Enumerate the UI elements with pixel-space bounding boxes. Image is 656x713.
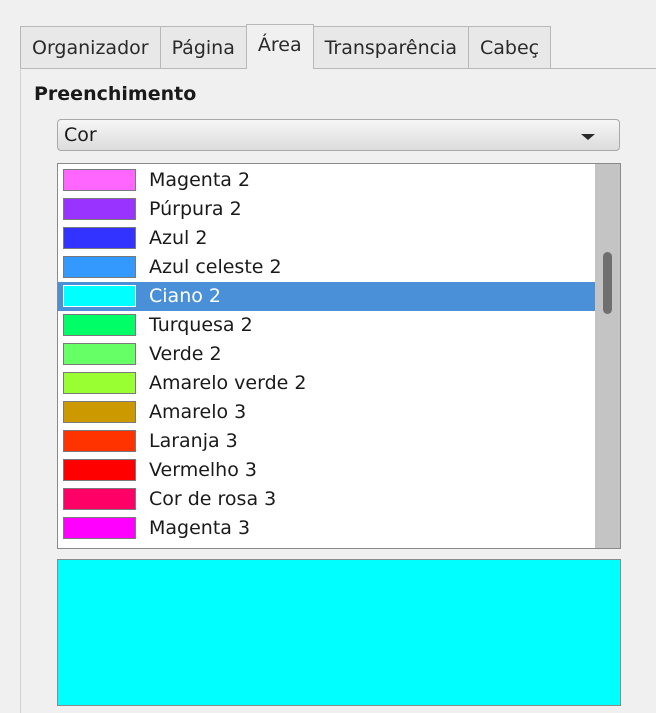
panel-border	[20, 68, 21, 713]
color-list-item[interactable]: Azul celeste 2	[58, 253, 595, 282]
color-list-item[interactable]: Amarelo 3	[58, 398, 595, 427]
color-list-scrollbar[interactable]	[595, 164, 620, 548]
color-label: Turquesa 2	[149, 314, 253, 336]
color-label: Amarelo 3	[149, 401, 247, 423]
color-swatch	[63, 314, 136, 336]
color-list-item[interactable]: Verde 2	[58, 340, 595, 369]
color-label: Verde 2	[149, 343, 222, 365]
fill-type-value: Cor	[64, 124, 97, 146]
color-label: Ciano 2	[149, 285, 221, 307]
fill-preview	[57, 559, 621, 706]
area-dialog: Organizador Página Área Transparência Ca…	[0, 0, 656, 713]
color-list[interactable]: Magenta 2 Púrpura 2 Azul 2 Azul celeste 2 Ci…	[57, 163, 621, 549]
color-swatch	[63, 285, 136, 307]
color-label: Magenta 3	[149, 517, 251, 539]
color-list-item[interactable]: Amarelo verde 2	[58, 369, 595, 398]
fill-type-dropdown[interactable]: Cor	[57, 119, 620, 151]
color-label: Amarelo verde 2	[149, 372, 307, 394]
color-swatch	[63, 372, 136, 394]
color-list-item[interactable]: Turquesa 2	[58, 311, 595, 340]
color-list-item[interactable]: Vermelho 3	[58, 456, 595, 485]
color-label: Azul celeste 2	[149, 256, 282, 278]
section-title-fill: Preenchimento	[34, 83, 197, 105]
tab-pagina[interactable]: Página	[159, 26, 247, 69]
color-swatch	[63, 401, 136, 423]
color-list-item[interactable]: Púrpura 2	[58, 195, 595, 224]
color-swatch	[63, 488, 136, 510]
color-swatch	[63, 227, 136, 249]
tab-organizador[interactable]: Organizador	[20, 26, 161, 69]
color-label: Púrpura 2	[149, 198, 242, 220]
color-list-item[interactable]: Magenta 2	[58, 166, 595, 195]
color-swatch	[63, 256, 136, 278]
color-swatch	[63, 169, 136, 191]
color-list-item[interactable]: Magenta 3	[58, 514, 595, 543]
chevron-down-icon	[581, 134, 595, 140]
tab-bar: Organizador Página Área Transparência Ca…	[20, 24, 552, 69]
color-swatch	[63, 459, 136, 481]
color-swatch	[63, 430, 136, 452]
color-swatch	[63, 343, 136, 365]
color-label: Laranja 3	[149, 430, 238, 452]
color-swatch	[63, 198, 136, 220]
color-label: Azul 2	[149, 227, 208, 249]
color-label: Vermelho 3	[149, 459, 257, 481]
color-list-item[interactable]: Laranja 3	[58, 427, 595, 456]
color-list-item[interactable]: Cor de rosa 3	[58, 485, 595, 514]
color-swatch	[63, 517, 136, 539]
color-list-item[interactable]: Azul 2	[58, 224, 595, 253]
tab-divider	[20, 68, 656, 69]
color-label: Magenta 2	[149, 169, 251, 191]
color-label: Cor de rosa 3	[149, 488, 277, 510]
scrollbar-thumb[interactable]	[603, 252, 612, 314]
color-list-item[interactable]: Ciano 2	[58, 282, 595, 311]
tab-cabecalho[interactable]: Cabeç	[468, 26, 552, 69]
tab-area[interactable]: Área	[245, 24, 314, 69]
tab-transparencia[interactable]: Transparência	[312, 26, 469, 69]
